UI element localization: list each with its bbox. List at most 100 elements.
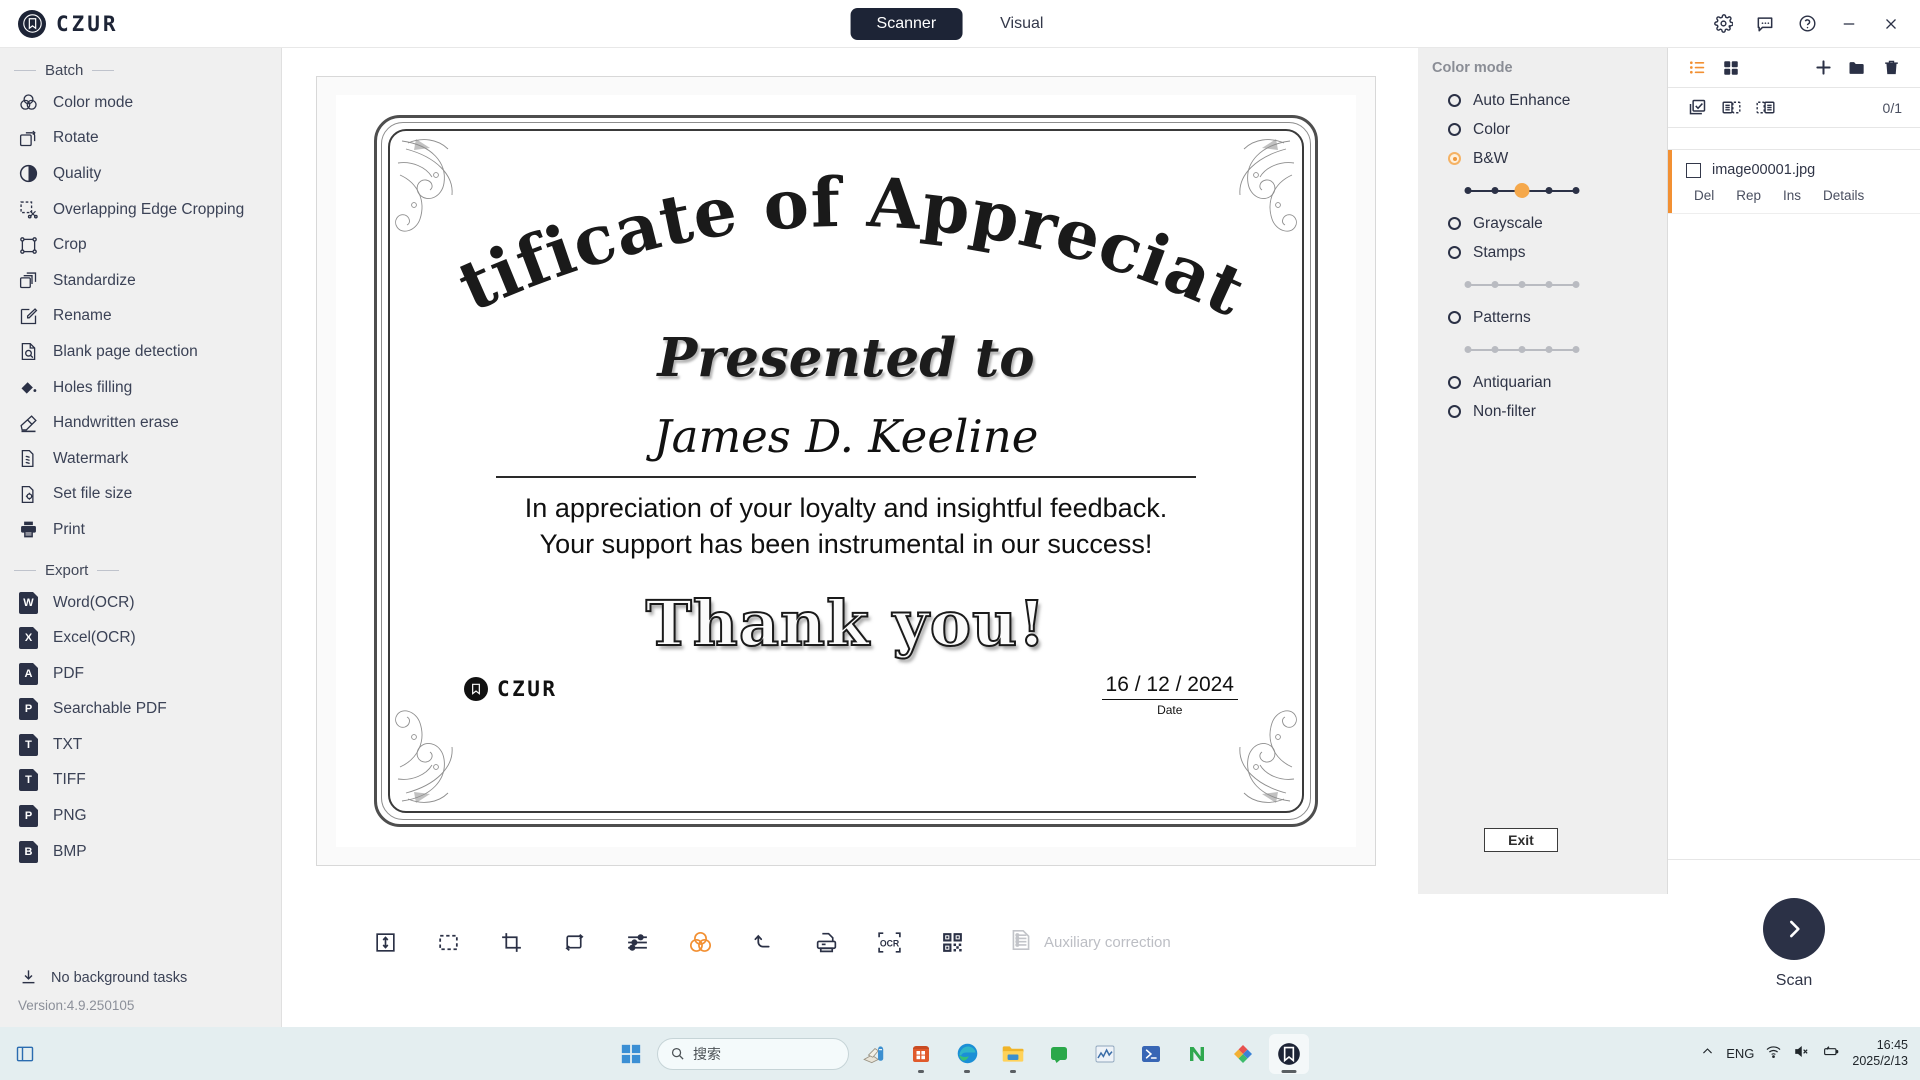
color-mode-option-auto-enhance[interactable]: Auto Enhance [1432, 86, 1656, 115]
file-action-rep[interactable]: Rep [1736, 188, 1761, 203]
snipping-tool-icon[interactable] [855, 1034, 895, 1074]
list-view-icon[interactable] [1680, 53, 1714, 83]
close-icon[interactable] [1872, 7, 1910, 41]
background-task-status[interactable]: No background tasks [18, 967, 281, 998]
add-icon[interactable] [1806, 53, 1840, 83]
ocr-icon[interactable]: OCR [858, 914, 921, 970]
sidebar-item-rotate[interactable]: Rotate [0, 121, 281, 157]
sidebar-item-color-mode[interactable]: Color mode [0, 85, 281, 121]
sidebar-item-quality[interactable]: Quality [0, 156, 281, 192]
file-action-del[interactable]: Del [1694, 188, 1714, 203]
qrcode-icon[interactable] [921, 914, 984, 970]
patterns-intensity-slider[interactable] [1464, 343, 1580, 357]
file-action-details[interactable]: Details [1823, 188, 1864, 203]
color-mode-option-stamps[interactable]: Stamps [1432, 238, 1656, 267]
teams-icon[interactable] [1039, 1034, 1079, 1074]
radio-icon[interactable] [1448, 94, 1461, 107]
language-indicator[interactable]: ENG [1726, 1046, 1754, 1061]
minimize-icon[interactable] [1830, 7, 1868, 41]
radio-icon[interactable] [1448, 246, 1461, 259]
radio-icon[interactable] [1448, 217, 1461, 230]
start-icon[interactable] [611, 1034, 651, 1074]
sidebar-item-holes-filling[interactable]: Holes filling [0, 370, 281, 406]
color-mode-option-color[interactable]: Color [1432, 115, 1656, 144]
sidebar-item-rename[interactable]: Rename [0, 299, 281, 335]
sidebar-item-label: Color mode [53, 93, 134, 111]
color-mode-option-non-filter[interactable]: Non-filter [1432, 397, 1656, 426]
radio-icon[interactable] [1448, 376, 1461, 389]
sidebar-item-pdf[interactable]: A PDF [0, 656, 281, 692]
tab-scanner[interactable]: Scanner [850, 7, 963, 40]
microsoft-store-icon[interactable] [901, 1034, 941, 1074]
edge-icon[interactable] [947, 1034, 987, 1074]
slider-knob[interactable] [1514, 183, 1530, 198]
radio-icon[interactable] [1448, 405, 1461, 418]
color-mode-option-antiquarian[interactable]: Antiquarian [1432, 368, 1656, 397]
color-mode-icon[interactable] [669, 914, 732, 970]
sidebar-item-tiff[interactable]: T TIFF [0, 763, 281, 799]
sidebar-item-word-ocr[interactable]: W Word(OCR) [0, 585, 281, 621]
show-desktop-icon[interactable] [10, 1039, 40, 1069]
color-mode-option-patterns[interactable]: Patterns [1432, 303, 1656, 332]
volume-muted-icon[interactable] [1793, 1043, 1810, 1065]
grid-view-icon[interactable] [1714, 53, 1748, 83]
sidebar-item-bmp[interactable]: B BMP [0, 834, 281, 870]
scan-button[interactable] [1763, 897, 1825, 960]
battery-icon[interactable] [1821, 1043, 1841, 1065]
adjust-sliders-icon[interactable] [606, 914, 669, 970]
sidebar-item-blank-page-detection[interactable]: Blank page detection [0, 334, 281, 370]
stamps-intensity-slider[interactable] [1464, 278, 1580, 292]
sidebar-item-searchable-pdf[interactable]: P Searchable PDF [0, 692, 281, 728]
settings-icon[interactable] [1704, 7, 1742, 41]
delete-icon[interactable] [1874, 53, 1908, 83]
select-even-icon[interactable] [1748, 93, 1782, 123]
file-size-icon [18, 484, 39, 505]
feedback-icon[interactable] [1746, 7, 1784, 41]
color-mode-option-grayscale[interactable]: Grayscale [1432, 209, 1656, 238]
fit-height-icon[interactable] [354, 914, 417, 970]
tab-visual[interactable]: Visual [974, 8, 1069, 40]
chart-app-icon[interactable] [1085, 1034, 1125, 1074]
sidebar-item-overlapping-edge-cropping[interactable]: Overlapping Edge Cropping [0, 192, 281, 228]
czur-app-icon[interactable] [1269, 1033, 1309, 1074]
list-item[interactable]: image00001.jpg Del Rep Ins Details [1668, 150, 1920, 214]
select-area-icon[interactable] [417, 914, 480, 970]
exit-button[interactable]: Exit [1484, 828, 1558, 852]
n-app-icon[interactable] [1177, 1034, 1217, 1074]
sidebar-item-print[interactable]: Print [0, 512, 281, 548]
folder-icon[interactable] [1840, 53, 1874, 83]
sidebar-item-watermark[interactable]: Watermark [0, 441, 281, 477]
sidebar-item-excel-ocr[interactable]: X Excel(OCR) [0, 620, 281, 656]
sidebar-item-standardize[interactable]: Standardize [0, 263, 281, 299]
svg-text:OCR: OCR [880, 938, 900, 948]
select-all-icon[interactable] [1680, 93, 1714, 123]
radio-icon[interactable] [1448, 123, 1461, 136]
colorful-app-icon[interactable] [1223, 1034, 1263, 1074]
sidebar-item-handwritten-erase[interactable]: Handwritten erase [0, 405, 281, 441]
file-action-ins[interactable]: Ins [1783, 188, 1801, 203]
sidebar-item-txt[interactable]: T TXT [0, 727, 281, 763]
file-explorer-icon[interactable] [993, 1034, 1033, 1074]
powershell-icon[interactable] [1131, 1034, 1171, 1074]
help-icon[interactable] [1788, 7, 1826, 41]
radio-icon[interactable] [1448, 152, 1461, 165]
search-input[interactable]: 搜索 [657, 1037, 849, 1070]
color-mode-option-bw[interactable]: B&W [1432, 144, 1656, 173]
sidebar-item-png[interactable]: P PNG [0, 798, 281, 834]
sidebar-item-crop[interactable]: Crop [0, 227, 281, 263]
file-checkbox[interactable] [1686, 162, 1701, 178]
clock[interactable]: 16:45 2025/2/13 [1852, 1038, 1908, 1069]
sidebar-item-set-file-size[interactable]: Set file size [0, 477, 281, 513]
crop-icon[interactable] [480, 914, 543, 970]
print-icon[interactable] [795, 914, 858, 970]
chevron-up-icon[interactable] [1700, 1044, 1715, 1064]
select-odd-icon[interactable] [1714, 93, 1748, 123]
document-canvas[interactable]: Certificate of Appreciation Presented to… [316, 76, 1376, 866]
print-icon [18, 519, 39, 540]
rotate-icon[interactable] [543, 914, 606, 970]
radio-icon[interactable] [1448, 311, 1461, 324]
running-indicator [1010, 1069, 1016, 1073]
undo-icon[interactable] [732, 914, 795, 970]
wifi-icon[interactable] [1765, 1043, 1782, 1065]
bw-intensity-slider[interactable] [1464, 183, 1580, 198]
